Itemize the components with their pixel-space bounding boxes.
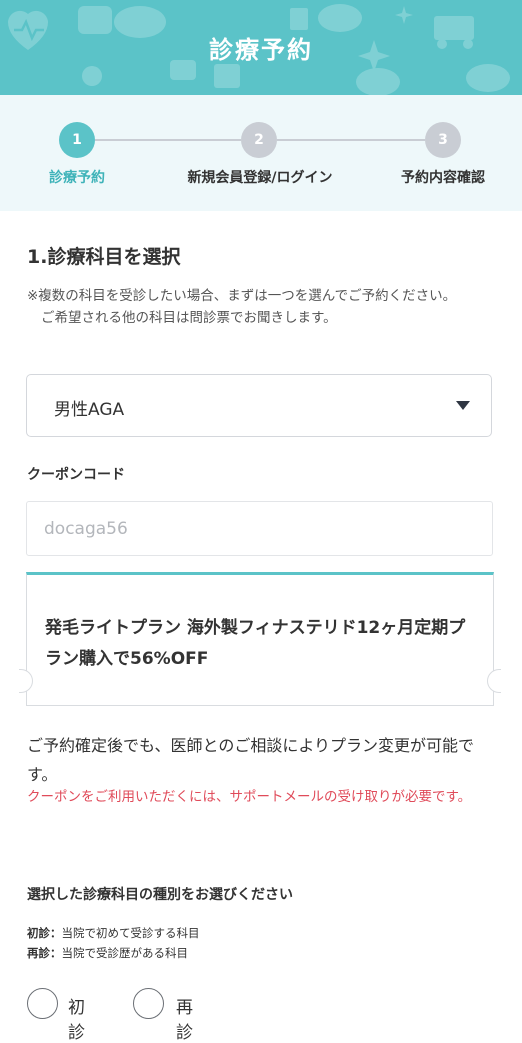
visit-type-title: 選択した診療科目の種別をお選びください: [27, 887, 293, 903]
coupon-offer-text: 発毛ライトプラン 海外製フィナステリド12ヶ月定期プラン購入で56%OFF: [45, 618, 466, 669]
return-visit-radio[interactable]: [133, 988, 164, 1019]
dropdown-triangle-icon: [456, 401, 470, 410]
first-visit-radio[interactable]: [27, 988, 58, 1019]
step-2-label: 新規会員登録/ログイン: [187, 170, 333, 186]
step-3-label: 予約内容確認: [401, 170, 485, 186]
return-visit-desc: 当院で受診歴がある科目: [61, 946, 189, 960]
department-section-title: 1.診療科目を選択: [27, 246, 181, 268]
return-visit-definition: 再診：当院で受診歴がある科目: [27, 943, 200, 963]
return-visit-option-label[interactable]: 再診: [176, 993, 193, 1043]
department-note-line1: ※複数の科目を受診したい場合、まずは一つを選んでご予約ください。: [27, 288, 457, 304]
department-select[interactable]: 男性AGA: [26, 374, 492, 437]
page-title: 診療予約: [209, 36, 313, 64]
department-note: ※複数の科目を受診したい場合、まずは一つを選んでご予約ください。 ご希望される他…: [27, 285, 497, 329]
ticket-notch-left: [19, 669, 33, 693]
plan-change-info: ご予約確定後でも、医師とのご相談によりプラン変更が可能です。: [27, 736, 475, 784]
first-visit-option-label[interactable]: 初診: [68, 993, 85, 1043]
page-header: 診療予約: [0, 0, 522, 95]
department-select-value: 男性AGA: [54, 400, 125, 420]
step-2-indicator: 2: [241, 122, 277, 158]
step-1-label: 診療予約: [49, 170, 105, 186]
coupon-warning: クーポンをご利用いただくには、サポートメールの受け取りが必要です。: [27, 789, 472, 805]
step-connector: [95, 139, 241, 141]
step-connector: [277, 139, 425, 141]
progress-stepper: 1 2 3 診療予約 新規会員登録/ログイン 予約内容確認: [0, 95, 522, 211]
department-note-line2: ご希望される他の科目は問診票でお聞きします。: [41, 310, 337, 326]
first-visit-term: 初診：: [27, 926, 62, 940]
first-visit-desc: 当院で初めて受診する科目: [61, 926, 200, 940]
coupon-offer-ticket: 発毛ライトプラン 海外製フィナステリド12ヶ月定期プラン購入で56%OFF: [19, 572, 501, 706]
coupon-label: クーポンコード: [27, 467, 125, 483]
return-visit-term: 再診：: [27, 946, 62, 960]
step-3-indicator: 3: [425, 122, 461, 158]
step-1-indicator: 1: [59, 122, 95, 158]
coupon-code-input[interactable]: [26, 501, 493, 556]
ticket-notch-right: [487, 669, 501, 693]
first-visit-definition: 初診：当院で初めて受診する科目: [27, 923, 200, 943]
visit-type-definitions: 初診：当院で初めて受診する科目 再診：当院で受診歴がある科目: [27, 923, 200, 963]
